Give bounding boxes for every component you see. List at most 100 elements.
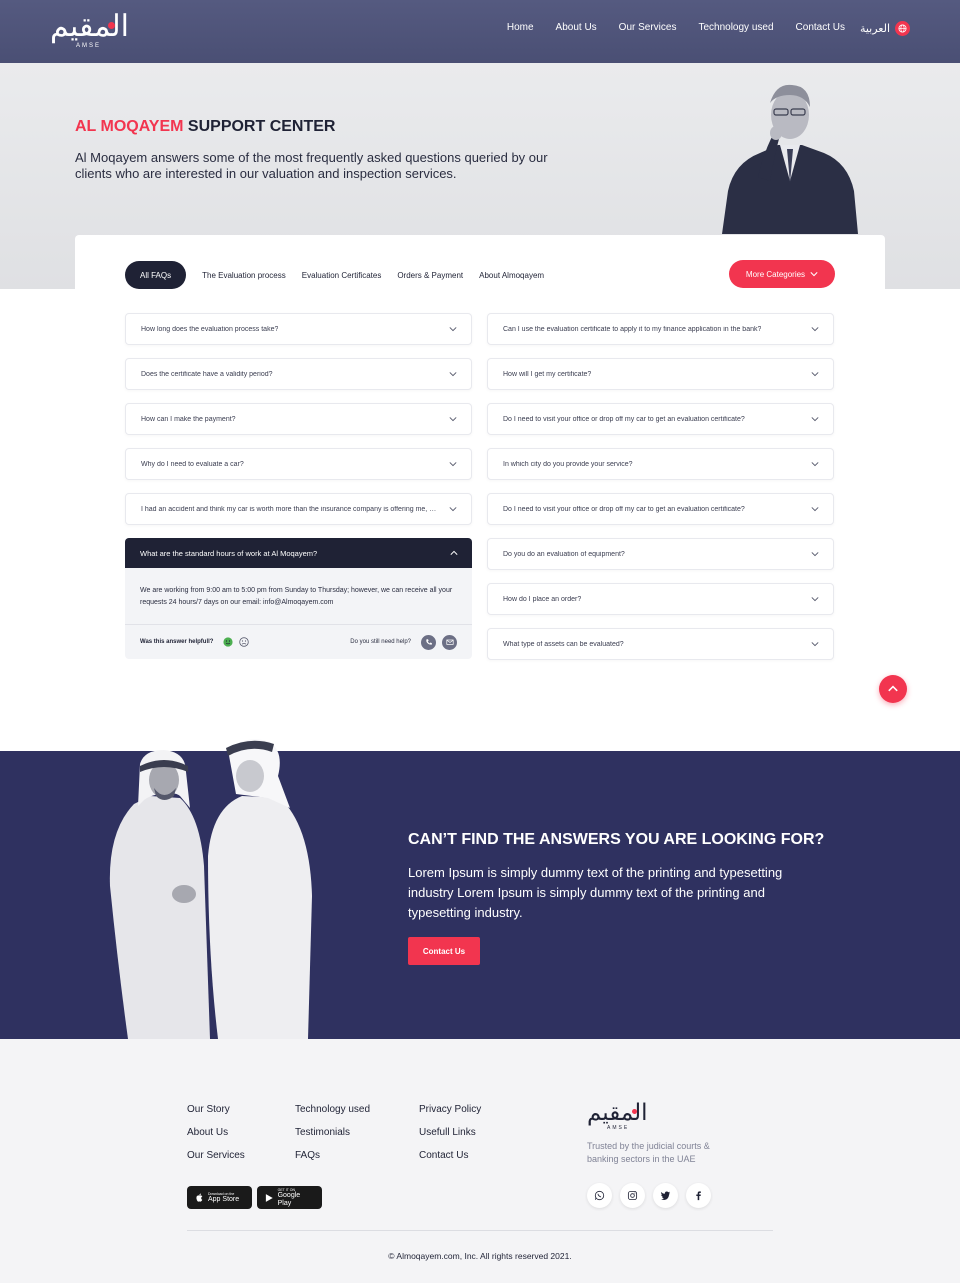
more-categories-label: More Categories [745, 269, 806, 279]
tab-evaluation-certificates[interactable]: Evaluation Certificates [302, 271, 382, 280]
twitter-icon[interactable] [653, 1183, 678, 1208]
scroll-to-top-button[interactable] [879, 675, 907, 703]
helpful-label: Was this answer helpfull? [140, 639, 214, 645]
tab-all-faqs[interactable]: All FAQs [125, 261, 187, 289]
google-play-big: Google Play [277, 1191, 301, 1207]
footer: Our Story About Us Our Services Technolo… [0, 1039, 960, 1283]
instagram-icon[interactable] [620, 1183, 645, 1208]
logo-arabic: المقيم [50, 9, 130, 44]
brand-logo[interactable]: المقيم AMSE [50, 9, 130, 50]
faq-question: How can I make the payment? [141, 415, 236, 423]
tab-evaluation-process[interactable]: The Evaluation process [202, 271, 286, 280]
faq-item[interactable]: How will I get my certificate? [487, 358, 834, 390]
footer-link-about-us[interactable]: About Us [187, 1127, 245, 1139]
chevron-down-icon [811, 462, 819, 467]
page-title: AL MOQAYEM SUPPORT CENTER [75, 118, 335, 136]
whatsapp-icon[interactable] [587, 1183, 612, 1208]
need-help-label: Do you still need help? [350, 639, 411, 645]
faq-item[interactable]: How do I place an order? [487, 583, 834, 615]
helpful-group: Was this answer helpfull? [140, 637, 250, 647]
nav-contact-us[interactable]: Contact Us [796, 22, 845, 33]
app-store-big: App Store [208, 1195, 240, 1203]
faq-item[interactable]: Do you do an evaluation of equipment? [487, 538, 834, 570]
faq-item-expanded: What are the standard hours of work at A… [125, 538, 472, 659]
footer-logo[interactable]: المقيم AMSE [587, 1101, 651, 1131]
chevron-down-icon [811, 417, 819, 422]
trusted-text: Trusted by the judicial courts & banking… [587, 1141, 710, 1164]
faq-question: How do I place an order? [503, 595, 582, 603]
tab-orders-payment[interactable]: Orders & Payment [397, 271, 463, 280]
faq-item[interactable]: Do I need to visit your office or drop o… [487, 493, 834, 525]
faq-item[interactable]: In which city do you provide your servic… [487, 448, 834, 480]
faq-question: Do you do an evaluation of equipment? [503, 550, 625, 558]
faq-question: Do I need to visit your office or drop o… [503, 415, 745, 423]
footer-divider [187, 1230, 773, 1231]
nav-home[interactable]: Home [507, 22, 534, 33]
tab-about-almoqayem[interactable]: About Almoqayem [479, 271, 544, 280]
faq-card: All FAQs The Evaluation process Evaluati… [75, 235, 885, 715]
facebook-icon[interactable] [686, 1183, 711, 1208]
footer-link-technology-used[interactable]: Technology used [295, 1104, 370, 1116]
app-store-button[interactable]: Download on the App Store [187, 1186, 252, 1209]
chevron-down-icon [449, 417, 457, 422]
faq-item[interactable]: How can I make the payment? [125, 403, 472, 435]
faq-question: I had an accident and think my car is wo… [141, 505, 441, 513]
footer-logo-arabic: المقيم [587, 1100, 648, 1126]
footer-link-contact-us[interactable]: Contact Us [419, 1150, 481, 1162]
faq-question: Why do I need to evaluate a car? [141, 460, 244, 468]
faq-expanded-header[interactable]: What are the standard hours of work at A… [125, 538, 472, 568]
faq-question: Does the certificate have a validity per… [141, 370, 273, 378]
contact-us-button[interactable]: Contact Us [408, 937, 480, 965]
chevron-down-icon [449, 372, 457, 377]
faq-item[interactable]: Can I use the evaluation certificate to … [487, 313, 834, 345]
google-play-button[interactable]: GET IT ON Google Play [257, 1186, 322, 1209]
chevron-down-icon [811, 327, 819, 332]
happy-face-icon[interactable] [223, 637, 234, 647]
faq-question: What are the standard hours of work at A… [140, 548, 318, 558]
faq-question: Do I need to visit your office or drop o… [503, 505, 745, 513]
faq-column-right: Can I use the evaluation certificate to … [487, 313, 834, 673]
footer-link-our-services[interactable]: Our Services [187, 1150, 245, 1162]
chevron-down-icon [449, 507, 457, 512]
sad-face-icon[interactable] [239, 637, 250, 647]
footer-links-col-2: Technology used Testimonials FAQs [295, 1104, 370, 1162]
copyright-text: © Almoqayem.com, Inc. All rights reserve… [388, 1251, 572, 1261]
businessman-illustration [722, 84, 858, 234]
footer-link-testimonials[interactable]: Testimonials [295, 1127, 370, 1139]
phone-icon[interactable] [421, 634, 436, 650]
nav-our-services[interactable]: Our Services [619, 22, 677, 33]
faq-item[interactable]: Does the certificate have a validity per… [125, 358, 472, 390]
chevron-down-icon [811, 552, 819, 557]
faq-item[interactable]: Why do I need to evaluate a car? [125, 448, 472, 480]
faq-feedback: Was this answer helpfull? Do you still n… [125, 625, 472, 659]
footer-link-our-story[interactable]: Our Story [187, 1104, 245, 1116]
faq-column-left: How long does the evaluation process tak… [125, 313, 472, 672]
play-icon [265, 1193, 273, 1202]
faq-item[interactable]: I had an accident and think my car is wo… [125, 493, 472, 525]
nav-about-us[interactable]: About Us [556, 22, 597, 33]
two-men-illustration [109, 739, 312, 1039]
faq-question: How will I get my certificate? [503, 370, 592, 378]
more-categories-button[interactable]: More Categories [729, 260, 835, 288]
chevron-down-icon [810, 272, 818, 277]
faq-tabs: All FAQs The Evaluation process Evaluati… [125, 261, 560, 289]
faq-item[interactable]: How long does the evaluation process tak… [125, 313, 472, 345]
apple-icon [196, 1193, 203, 1202]
logo-dot-icon [632, 1109, 637, 1114]
mail-icon[interactable] [442, 634, 457, 650]
faq-item[interactable]: Do I need to visit your office or drop o… [487, 403, 834, 435]
need-help-group: Do you still need help? [350, 634, 457, 650]
footer-link-usefull-links[interactable]: Usefull Links [419, 1127, 481, 1139]
language-switcher[interactable]: العربية [860, 21, 910, 36]
footer-link-privacy-policy[interactable]: Privacy Policy [419, 1104, 481, 1116]
footer-logo-english: AMSE [607, 1125, 630, 1131]
nav-technology-used[interactable]: Technology used [698, 22, 773, 33]
footer-links-col-1: Our Story About Us Our Services [187, 1104, 245, 1162]
chevron-down-icon [449, 327, 457, 332]
faq-answer: We are working from 9:00 am to 5:00 pm f… [140, 587, 453, 606]
footer-link-faqs[interactable]: FAQs [295, 1150, 370, 1162]
faq-item[interactable]: What type of assets can be evaluated? [487, 628, 834, 660]
social-links [587, 1183, 711, 1208]
language-label: العربية [859, 23, 890, 35]
faq-question: How long does the evaluation process tak… [141, 325, 279, 333]
